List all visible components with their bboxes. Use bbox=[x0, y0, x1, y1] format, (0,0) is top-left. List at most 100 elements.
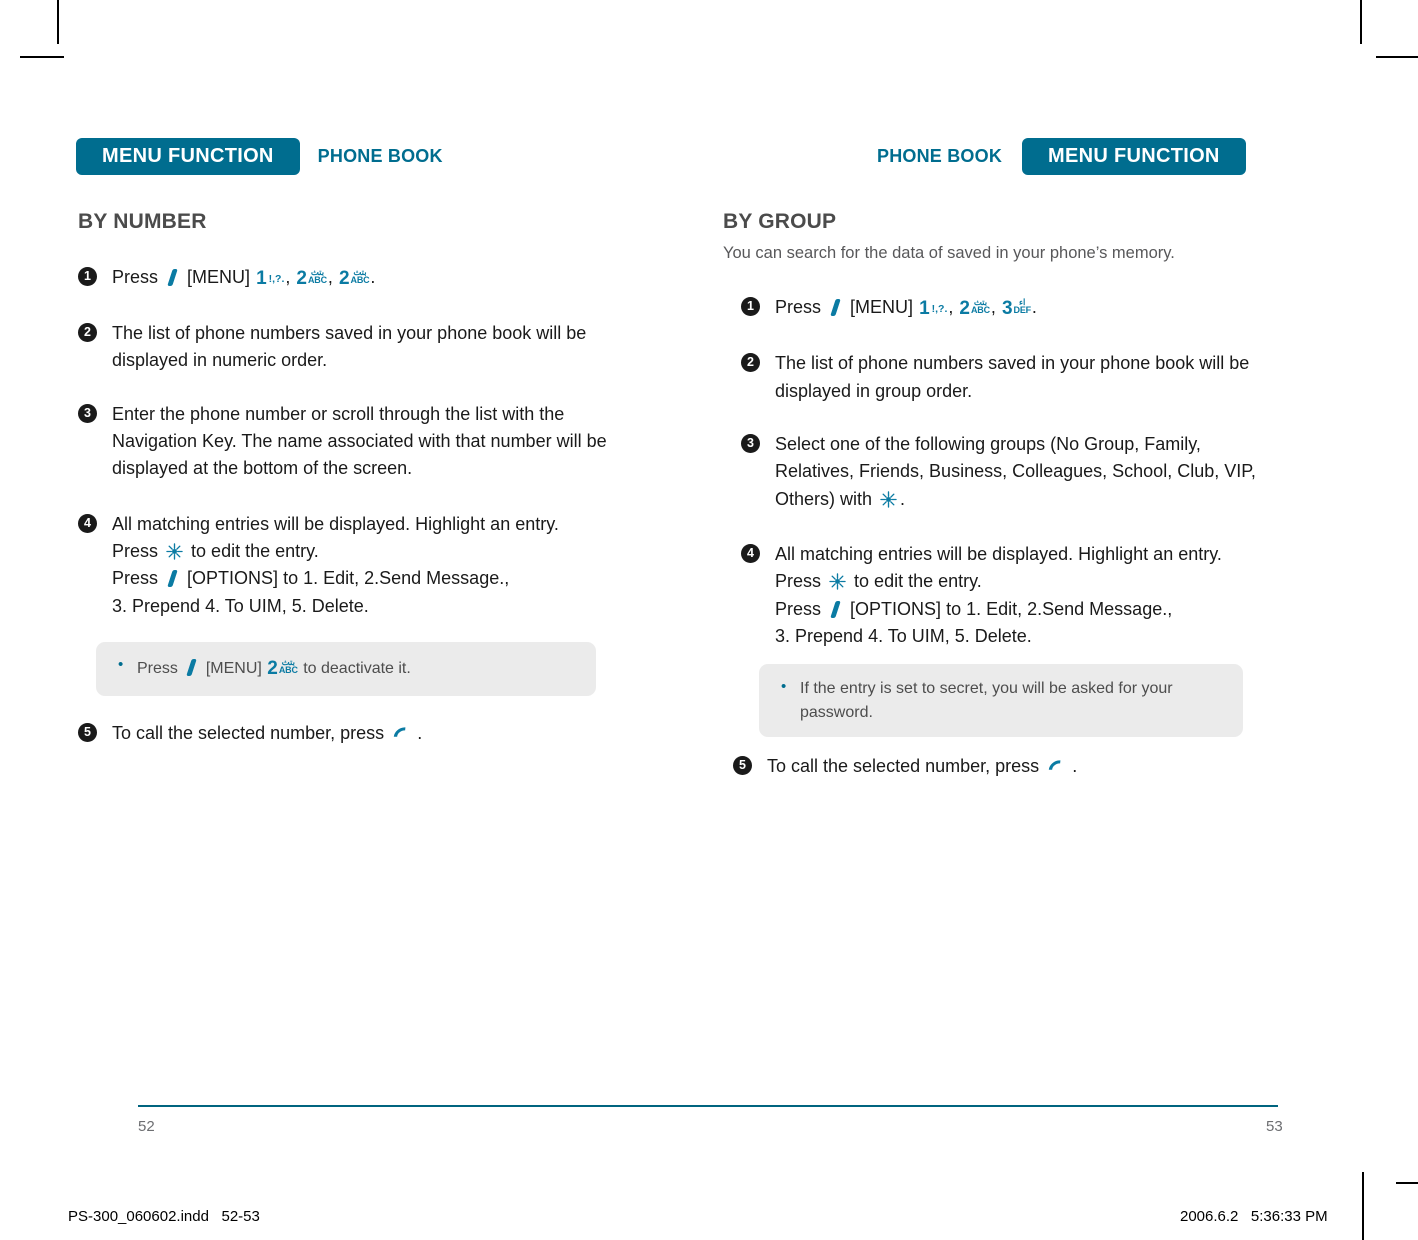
step-right-1-comma-1: , bbox=[948, 297, 954, 318]
step-left-1: 1 Press [MENU] 1!,?., 2 بتث ABC, 2 بتث ABC. bbox=[78, 264, 638, 294]
step-right-1-body: Press [MENU] 1!,?., 2 بتث ABC, 3 اء DEF. bbox=[775, 294, 1283, 324]
navigation-key-icon bbox=[165, 542, 184, 561]
step-right-1-prefix: Press bbox=[775, 297, 822, 318]
navigation-key-icon bbox=[828, 572, 847, 591]
step-right-3-tail: . bbox=[900, 488, 906, 509]
call-key-icon bbox=[1046, 757, 1065, 776]
step-number-badge: 2 bbox=[78, 322, 97, 342]
step-right-5-text: To call the selected number, press bbox=[767, 755, 1040, 776]
step-left-5-body: To call the selected number, press . bbox=[112, 720, 638, 747]
step-left-1-comma-2: , bbox=[327, 267, 333, 287]
step-number-badge: 2 bbox=[741, 353, 760, 373]
step-number-badge: 1 bbox=[741, 297, 760, 317]
print-slug-divider bbox=[1362, 1172, 1364, 1240]
step-right-1: 1 Press [MENU] 1!,?., 2 بتث ABC, 3 اء DEF. bbox=[741, 294, 1283, 324]
step-left-3: 3 Enter the phone number or scroll throu… bbox=[78, 401, 617, 483]
step-number-badge: 3 bbox=[741, 433, 760, 453]
step-left-4-line2-tail: to 1. Edit, 2.Send Message., bbox=[283, 568, 510, 589]
keypad-key-1-icon: 1!,?. bbox=[919, 298, 948, 320]
step-number-badge: 4 bbox=[741, 543, 760, 563]
step-right-3-text: Select one of the following groups (No G… bbox=[775, 433, 1256, 509]
step-left-5-text: To call the selected number, press bbox=[112, 722, 385, 743]
step-left-4-line1-tail: to edit the entry. bbox=[191, 541, 319, 562]
slug-pages-text: 52-53 bbox=[221, 1208, 260, 1225]
step-right-3: 3 Select one of the following groups (No… bbox=[741, 431, 1267, 513]
crop-mark-top-left-vertical bbox=[57, 0, 59, 44]
step-left-3-text: Enter the phone number or scroll through… bbox=[112, 403, 607, 479]
content-right: BY GROUP You can search for the data of … bbox=[723, 210, 1283, 780]
step-left-1-prefix: Press bbox=[112, 267, 159, 287]
call-key-icon bbox=[391, 724, 410, 743]
navigation-key-icon bbox=[879, 490, 898, 509]
section-title-by-group: BY GROUP bbox=[723, 210, 837, 233]
step-left-4-options-label: [OPTIONS] bbox=[187, 568, 279, 589]
step-number-badge: 5 bbox=[733, 755, 752, 775]
note-left-tail: to deactivate it. bbox=[303, 660, 411, 678]
softkey-slash-icon bbox=[166, 269, 179, 286]
print-slug-timestamp: 2006.6.2 5:36:33 PM bbox=[1180, 1208, 1328, 1225]
keypad-key-2-icon: 2 بتث ABC bbox=[959, 297, 990, 320]
step-right-5-body: To call the selected number, press . bbox=[767, 753, 1283, 780]
page-number-right: 53 bbox=[1266, 1118, 1283, 1135]
step-left-4-line3: 3. Prepend 4. To UIM, 5. Delete. bbox=[112, 595, 369, 616]
note-bullet-icon: • bbox=[118, 656, 124, 674]
slug-filename-text: PS-300_060602.indd bbox=[68, 1208, 209, 1225]
keypad-key-2-icon-second: 2 بتث ABC bbox=[338, 267, 370, 289]
step-right-3-body: Select one of the following groups (No G… bbox=[775, 431, 1267, 513]
step-right-5-tail: . bbox=[1072, 755, 1078, 776]
step-left-1-menu-label: [MENU] bbox=[187, 267, 251, 287]
step-left-1-comma-1: , bbox=[285, 267, 291, 287]
step-right-4-body: All matching entries will be displayed. … bbox=[775, 541, 1265, 650]
crop-mark-top-right-horizontal bbox=[1376, 56, 1418, 58]
step-left-1-period: . bbox=[370, 267, 376, 287]
step-left-2: 2 The list of phone numbers saved in you… bbox=[78, 320, 592, 375]
step-right-4-line2-tail: to 1. Edit, 2.Send Message., bbox=[946, 598, 1173, 619]
step-left-1-body: Press [MENU] 1!,?., 2 بتث ABC, 2 بتث ABC. bbox=[112, 264, 638, 294]
keypad-key-1-icon: 1!,?. bbox=[256, 268, 285, 289]
step-number-badge: 3 bbox=[78, 403, 97, 423]
tab-menu-function-right[interactable]: MENU FUNCTION bbox=[1022, 137, 1246, 175]
step-right-2: 2 The list of phone numbers saved in you… bbox=[741, 350, 1255, 405]
section-title-by-number: BY NUMBER bbox=[78, 210, 207, 233]
step-number-badge: 1 bbox=[78, 267, 97, 286]
step-left-4: 4 All matching entries will be displayed… bbox=[78, 511, 602, 620]
section-label-phone-book-right: PHONE BOOK bbox=[877, 145, 1003, 166]
section-subtitle-by-group: You can search for the data of saved in … bbox=[723, 244, 1175, 262]
note-left-menu-label: [MENU] bbox=[205, 660, 262, 678]
step-right-1-comma-2: , bbox=[990, 297, 996, 318]
step-left-4-line2-prefix: Press bbox=[112, 568, 159, 589]
step-right-4-line1-tail: to edit the entry. bbox=[854, 571, 982, 592]
softkey-slash-icon bbox=[829, 601, 842, 618]
note-left-text: Press [MENU] 2 بتث ABC to deactivate it. bbox=[118, 655, 578, 683]
tab-menu-function-left[interactable]: MENU FUNCTION bbox=[76, 137, 300, 175]
slug-date-text: 2006.6.2 bbox=[1180, 1208, 1239, 1225]
note-left-prefix: Press bbox=[137, 660, 178, 678]
slug-time-text: 5:36:33 PM bbox=[1250, 1208, 1328, 1225]
keypad-key-3-icon: 3 اء DEF bbox=[1001, 297, 1031, 320]
step-right-4-options-label: [OPTIONS] bbox=[850, 598, 942, 619]
print-slug-tick bbox=[1396, 1182, 1418, 1184]
step-number-badge: 5 bbox=[78, 722, 97, 742]
softkey-slash-icon bbox=[185, 659, 198, 676]
step-left-2-text: The list of phone numbers saved in your … bbox=[112, 322, 587, 371]
step-right-4-line3: 3. Prepend 4. To UIM, 5. Delete. bbox=[775, 626, 1032, 647]
note-box-right: • If the entry is set to secret, you wil… bbox=[759, 664, 1243, 737]
step-left-4-body: All matching entries will be displayed. … bbox=[112, 511, 602, 620]
step-left-5-tail: . bbox=[417, 722, 423, 743]
step-left-5: 5 To call the selected number, press . bbox=[78, 720, 638, 747]
section-label-phone-book-left: PHONE BOOK bbox=[317, 145, 443, 166]
softkey-slash-icon bbox=[166, 570, 179, 587]
keypad-key-2-icon: 2 بتث ABC bbox=[296, 267, 327, 289]
step-right-1-menu-label: [MENU] bbox=[850, 297, 914, 318]
step-right-1-period: . bbox=[1031, 297, 1037, 318]
step-number-badge: 4 bbox=[78, 513, 97, 533]
header-left: MENU FUNCTION PHONE BOOK bbox=[76, 137, 443, 175]
header-right: PHONE BOOK MENU FUNCTION bbox=[877, 137, 1246, 175]
step-right-4: 4 All matching entries will be displayed… bbox=[741, 541, 1265, 650]
crop-mark-top-left-horizontal bbox=[20, 56, 64, 58]
page-number-left: 52 bbox=[138, 1118, 155, 1135]
step-right-5: 5 To call the selected number, press . bbox=[733, 753, 1283, 780]
note-box-left: • Press [MENU] 2 بتث ABC to deactivate it. bbox=[96, 642, 596, 696]
keypad-key-2-icon: 2 بتث ABC bbox=[267, 657, 298, 680]
crop-mark-top-right-vertical bbox=[1360, 0, 1362, 44]
